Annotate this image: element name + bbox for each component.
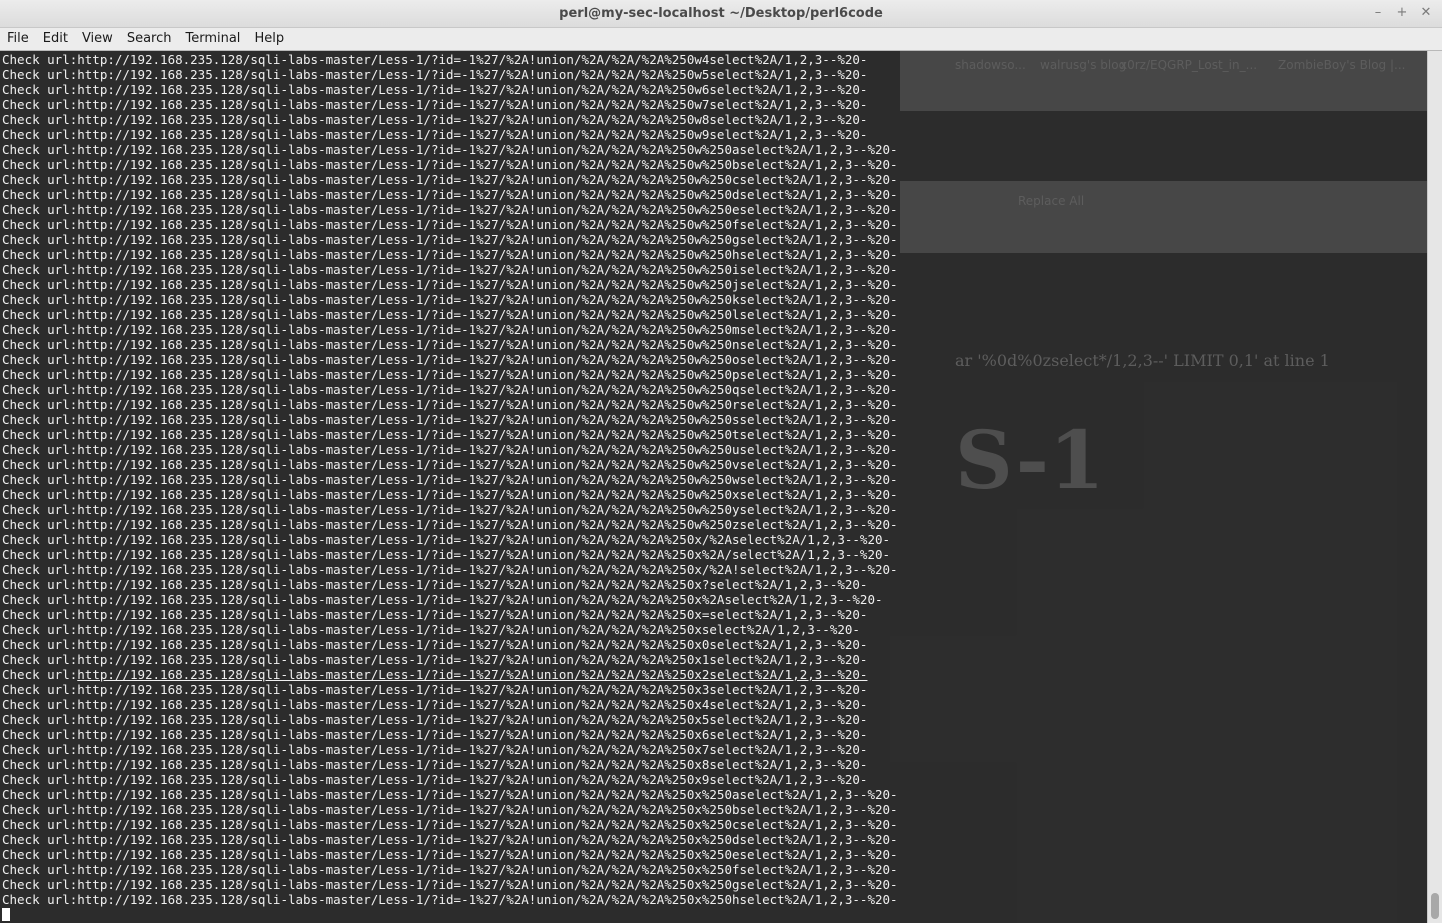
menu-bar: File Edit View Search Terminal Help — [0, 28, 1442, 51]
hovered-url-link[interactable]: http://192.168.235.128/sqli-labs-master/… — [77, 667, 867, 682]
terminal-output[interactable]: shadowso... walrusg's blog x0rz/EQGRP_Lo… — [0, 51, 1428, 923]
terminal-line: Check url:http://192.168.235.128/sqli-la… — [2, 787, 898, 802]
terminal-line: Check url:http://192.168.235.128/sqli-la… — [2, 682, 868, 697]
terminal-line: Check url:http://192.168.235.128/sqli-la… — [2, 472, 898, 487]
terminal-line: Check url:http://192.168.235.128/sqli-la… — [2, 112, 868, 127]
terminal-line: Check url:http://192.168.235.128/sqli-la… — [2, 97, 868, 112]
terminal-line: Check url:http://192.168.235.128/sqli-la… — [2, 877, 898, 892]
terminal-scrollbar[interactable] — [1427, 51, 1442, 923]
terminal-line: Check url:http://192.168.235.128/sqli-la… — [2, 82, 868, 97]
terminal-line: Check url:http://192.168.235.128/sqli-la… — [2, 697, 868, 712]
terminal-line: Check url:http://192.168.235.128/sqli-la… — [2, 607, 868, 622]
terminal-line: Check url:http://192.168.235.128/sqli-la… — [2, 457, 898, 472]
ghost-sql-error: ar '%0d%0zselect*/1,2,3--' LIMIT 0,1' at… — [955, 351, 1330, 370]
terminal-line: Check url:http://192.168.235.128/sqli-la… — [2, 517, 898, 532]
menu-terminal[interactable]: Terminal — [178, 28, 247, 50]
menu-edit[interactable]: Edit — [36, 28, 75, 50]
terminal-line: Check url:http://192.168.235.128/sqli-la… — [2, 322, 898, 337]
terminal-line: Check url:http://192.168.235.128/sqli-la… — [2, 772, 868, 787]
terminal-line: Check url:http://192.168.235.128/sqli-la… — [2, 247, 898, 262]
menu-view[interactable]: View — [75, 28, 120, 50]
terminal-line: Check url:http://192.168.235.128/sqli-la… — [2, 577, 868, 592]
window-controls: – + ✕ — [1372, 5, 1432, 21]
text-cursor — [2, 908, 10, 921]
terminal-line: Check url:http://192.168.235.128/sqli-la… — [2, 637, 868, 652]
terminal-line: Check url:http://192.168.235.128/sqli-la… — [2, 382, 898, 397]
terminal-line: Check url:http://192.168.235.128/sqli-la… — [2, 712, 868, 727]
maximize-button[interactable]: + — [1396, 5, 1408, 21]
ghost-less-label: S-1 — [955, 413, 1105, 507]
terminal-lines: Check url:http://192.168.235.128/sqli-la… — [2, 52, 898, 922]
terminal-line: Check url:http://192.168.235.128/sqli-la… — [2, 487, 898, 502]
terminal-line: Check url:http://192.168.235.128/sqli-la… — [2, 832, 898, 847]
terminal-line: Check url:http://192.168.235.128/sqli-la… — [2, 292, 898, 307]
terminal-line: Check url:http://192.168.235.128/sqli-la… — [2, 127, 868, 142]
terminal-line: Check url:http://192.168.235.128/sqli-la… — [2, 652, 868, 667]
terminal-prompt-line[interactable] — [2, 907, 898, 922]
ghost-bookmark-bar — [900, 51, 1428, 111]
terminal-line: Check url:http://192.168.235.128/sqli-la… — [2, 532, 891, 547]
terminal-line: Check url:http://192.168.235.128/sqli-la… — [2, 262, 898, 277]
terminal-line: Check url:http://192.168.235.128/sqli-la… — [2, 412, 898, 427]
terminal-line: Check url:http://192.168.235.128/sqli-la… — [2, 157, 898, 172]
terminal-line: Check url:http://192.168.235.128/sqli-la… — [2, 757, 868, 772]
terminal-line: Check url:http://192.168.235.128/sqli-la… — [2, 367, 898, 382]
terminal-line: Check url:http://192.168.235.128/sqli-la… — [2, 622, 860, 637]
terminal-line: Check url:http://192.168.235.128/sqli-la… — [2, 502, 898, 517]
menu-help[interactable]: Help — [247, 28, 291, 50]
terminal-line: Check url:http://192.168.235.128/sqli-la… — [2, 427, 898, 442]
terminal-line: Check url:http://192.168.235.128/sqli-la… — [2, 817, 898, 832]
terminal-line: Check url:http://192.168.235.128/sqli-la… — [2, 352, 898, 367]
line-prefix: Check url: — [2, 667, 78, 682]
window-titlebar[interactable]: perl@my-sec-localhost ~/Desktop/perl6cod… — [0, 0, 1442, 28]
terminal-line: Check url:http://192.168.235.128/sqli-la… — [2, 547, 891, 562]
ghost-find-bar — [900, 181, 1428, 253]
close-button[interactable]: ✕ — [1420, 5, 1432, 21]
menu-search[interactable]: Search — [120, 28, 179, 50]
terminal-line: Check url:http://192.168.235.128/sqli-la… — [2, 442, 898, 457]
terminal-line: Check url:http://192.168.235.128/sqli-la… — [2, 337, 898, 352]
terminal-line: Check url:http://192.168.235.128/sqli-la… — [2, 592, 883, 607]
terminal-line: Check url:http://192.168.235.128/sqli-la… — [2, 52, 868, 67]
terminal-line: Check url:http://192.168.235.128/sqli-la… — [2, 397, 898, 412]
terminal-line: Check url:http://192.168.235.128/sqli-la… — [2, 892, 898, 907]
menu-file[interactable]: File — [0, 28, 36, 50]
terminal-line: Check url:http://192.168.235.128/sqli-la… — [2, 667, 898, 682]
terminal-line: Check url:http://192.168.235.128/sqli-la… — [2, 802, 898, 817]
terminal-line: Check url:http://192.168.235.128/sqli-la… — [2, 232, 898, 247]
terminal-line: Check url:http://192.168.235.128/sqli-la… — [2, 202, 898, 217]
window-title: perl@my-sec-localhost ~/Desktop/perl6cod… — [559, 6, 883, 21]
terminal-line: Check url:http://192.168.235.128/sqli-la… — [2, 217, 898, 232]
terminal-line: Check url:http://192.168.235.128/sqli-la… — [2, 742, 868, 757]
minimize-button[interactable]: – — [1372, 5, 1384, 21]
terminal-line: Check url:http://192.168.235.128/sqli-la… — [2, 142, 898, 157]
scrollbar-thumb[interactable] — [1431, 893, 1439, 919]
terminal-line: Check url:http://192.168.235.128/sqli-la… — [2, 67, 868, 82]
terminal-line: Check url:http://192.168.235.128/sqli-la… — [2, 187, 898, 202]
terminal-line: Check url:http://192.168.235.128/sqli-la… — [2, 727, 868, 742]
terminal-line: Check url:http://192.168.235.128/sqli-la… — [2, 172, 898, 187]
terminal-line: Check url:http://192.168.235.128/sqli-la… — [2, 277, 898, 292]
terminal-line: Check url:http://192.168.235.128/sqli-la… — [2, 562, 898, 577]
terminal-line: Check url:http://192.168.235.128/sqli-la… — [2, 307, 898, 322]
terminal-line: Check url:http://192.168.235.128/sqli-la… — [2, 847, 898, 862]
terminal-line: Check url:http://192.168.235.128/sqli-la… — [2, 862, 898, 877]
